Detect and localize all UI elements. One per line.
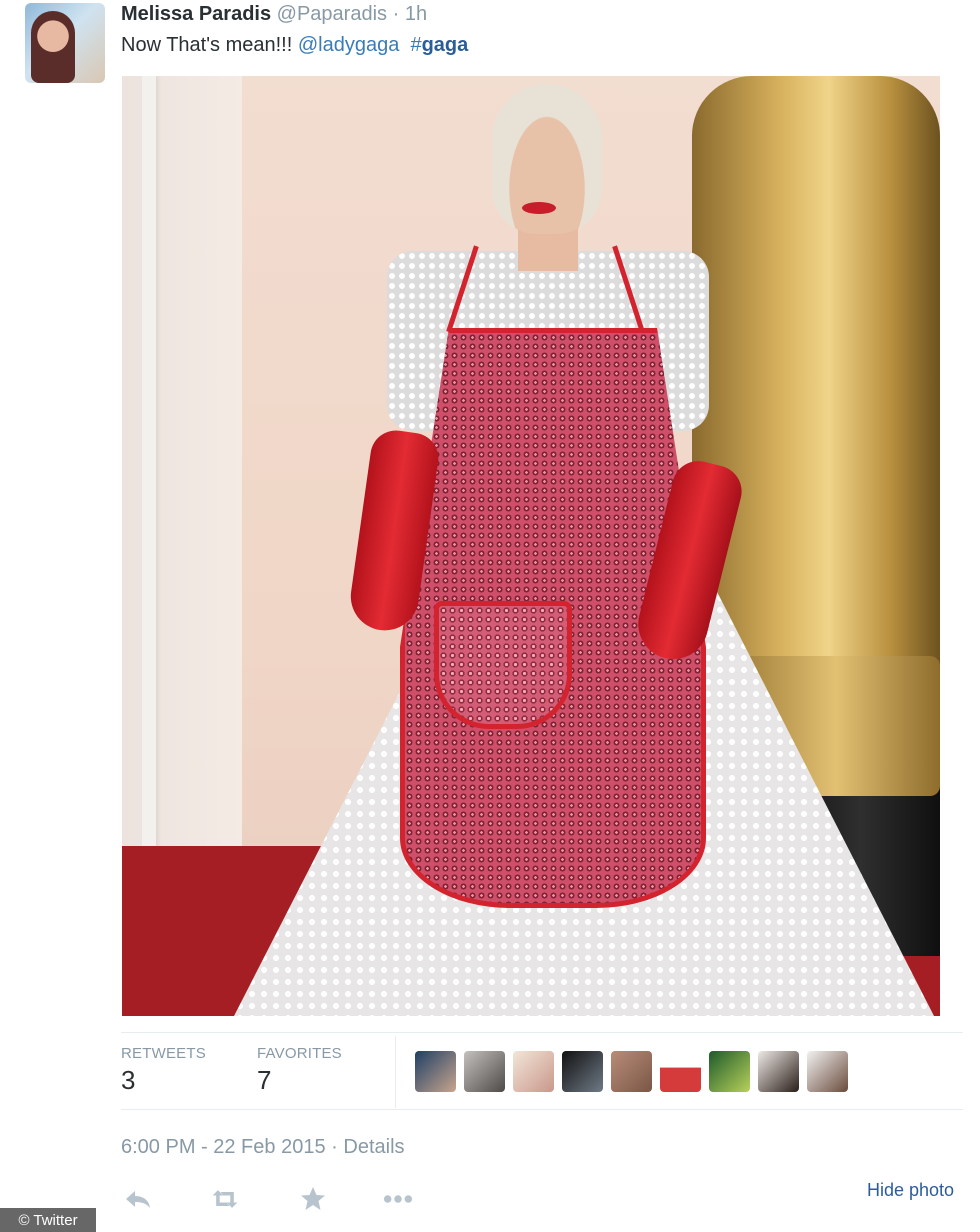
favorites-count[interactable]: 7 <box>257 1065 271 1096</box>
tweet-timestamp: 6:00 PM - 22 Feb 2015 · Details <box>121 1136 405 1159</box>
avatar-photo <box>31 11 75 83</box>
details-link[interactable]: Details <box>343 1136 404 1158</box>
mention-link[interactable]: @ladygaga <box>298 34 399 56</box>
favoriter-avatar[interactable] <box>758 1051 799 1092</box>
favorited-by-avatars <box>415 1051 848 1093</box>
favorites-label: FAVORITES <box>257 1045 342 1062</box>
time-ago[interactable]: 1h <box>405 3 427 25</box>
timestamp-text: 6:00 PM - 22 Feb 2015 <box>121 1136 326 1158</box>
hide-photo-link[interactable]: Hide photo <box>867 1180 954 1201</box>
header-separator: · <box>392 3 400 25</box>
tweet-body-text: Now That's mean!!! <box>121 34 298 56</box>
more-icon[interactable] <box>383 1186 413 1212</box>
tweet-text: Now That's mean!!! @ladygaga #gaga <box>121 34 468 57</box>
photo-apron-pocket <box>434 601 572 729</box>
photo-pole <box>142 76 156 876</box>
favoriter-avatar[interactable] <box>709 1051 750 1092</box>
star-icon[interactable] <box>298 1186 328 1212</box>
stats-separator <box>395 1036 396 1108</box>
stats-divider-top <box>121 1032 963 1033</box>
stats-divider-bottom <box>121 1109 963 1110</box>
favoriter-avatar[interactable] <box>464 1051 505 1092</box>
retweet-icon[interactable] <box>210 1186 240 1212</box>
favoriter-avatar[interactable] <box>660 1051 701 1092</box>
favoriter-avatar[interactable] <box>415 1051 456 1092</box>
hashtag-symbol: # <box>410 34 422 56</box>
favoriter-avatar[interactable] <box>562 1051 603 1092</box>
author-name[interactable]: Melissa Paradis <box>121 3 271 25</box>
retweets-count[interactable]: 3 <box>121 1065 135 1096</box>
photo-lips <box>522 202 556 214</box>
author-avatar[interactable] <box>25 3 105 83</box>
reply-icon[interactable] <box>123 1186 153 1212</box>
tweet-photo[interactable] <box>122 76 940 1016</box>
favoriter-avatar[interactable] <box>513 1051 554 1092</box>
timestamp-separator: · <box>331 1136 338 1158</box>
retweets-label: RETWEETS <box>121 1045 206 1062</box>
hashtag-word: gaga <box>421 34 469 56</box>
hashtag-link[interactable]: #gaga <box>410 34 468 56</box>
favoriter-avatar[interactable] <box>611 1051 652 1092</box>
twitter-watermark: © Twitter <box>0 1208 96 1232</box>
favoriter-avatar[interactable] <box>807 1051 848 1092</box>
author-handle[interactable]: @Paparadis <box>277 3 387 25</box>
tweet-header: Melissa Paradis @Paparadis · 1h <box>121 3 427 29</box>
